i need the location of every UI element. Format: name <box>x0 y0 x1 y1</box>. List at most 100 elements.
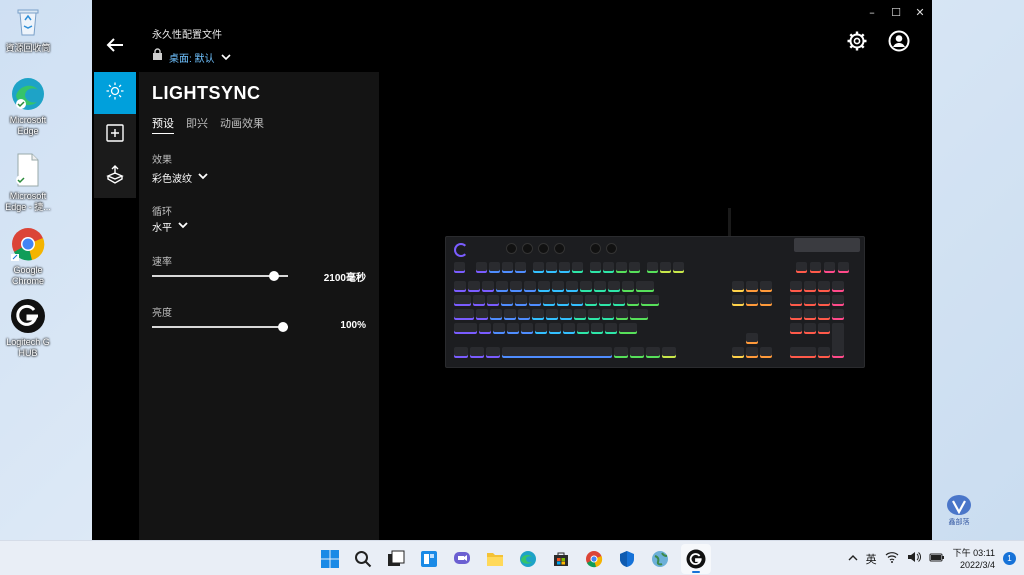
sun-lighting-icon <box>105 81 125 106</box>
keyboard-key <box>732 347 744 358</box>
security-icon[interactable] <box>615 547 639 571</box>
keyboard-key <box>627 295 639 306</box>
tab-freestyle[interactable]: 即兴 <box>186 115 208 134</box>
rate-slider[interactable] <box>152 271 288 281</box>
joystick-icon <box>105 164 125 190</box>
chevron-up-icon[interactable] <box>848 553 858 565</box>
keyboard-key <box>476 262 487 273</box>
chat-icon[interactable] <box>450 547 474 571</box>
search-icon[interactable] <box>351 547 375 571</box>
media-button <box>522 243 533 254</box>
keyboard-key <box>660 262 671 273</box>
effect-value: 彩色波纹 <box>152 174 192 185</box>
keyboard-key <box>507 323 519 334</box>
desktop-icon-edge[interactable]: Microsoft Edge <box>2 76 54 137</box>
keyboard-key <box>502 347 612 358</box>
wifi-icon[interactable] <box>885 551 899 566</box>
desktop-icon-recycle-bin[interactable]: 資源回收筒 <box>2 4 54 54</box>
cycle-dropdown[interactable]: 水平 <box>152 219 188 234</box>
watermark-logo-icon <box>947 495 971 515</box>
keyboard-key <box>590 262 601 273</box>
lightsync-tab[interactable] <box>94 72 136 114</box>
rate-slider-thumb[interactable] <box>269 271 280 281</box>
keyboard-key <box>574 309 586 320</box>
windows-start-icon[interactable] <box>318 547 342 571</box>
task-view-icon[interactable] <box>384 547 408 571</box>
keyboard-key <box>662 347 676 358</box>
clock[interactable]: 下午 03:11 2022/3/4 <box>953 547 995 571</box>
chevron-down-icon[interactable] <box>220 48 231 66</box>
battery-plug-icon[interactable] <box>929 551 945 566</box>
effect-label: 效果 <box>152 155 172 166</box>
back-arrow-icon[interactable] <box>104 34 126 56</box>
keyboard-image <box>445 236 865 368</box>
store-icon[interactable] <box>549 547 573 571</box>
chevron-down-icon <box>178 221 188 232</box>
edge-icon[interactable] <box>516 547 540 571</box>
maximize-button[interactable]: ☐ <box>884 0 908 24</box>
keyboard-key <box>832 323 844 358</box>
effect-dropdown[interactable]: 彩色波纹 <box>152 170 208 185</box>
keyboard-key <box>804 309 816 320</box>
brightness-slider[interactable] <box>152 322 288 332</box>
brightness-slider-thumb[interactable] <box>278 322 288 332</box>
profile-title: 永久性配置文件 <box>152 30 222 41</box>
keyboard-key <box>613 295 625 306</box>
volume-icon[interactable] <box>907 551 921 566</box>
close-button[interactable]: ✕ <box>908 0 932 24</box>
keyboard-key <box>479 323 491 334</box>
keyboard-key <box>515 262 526 273</box>
desktop-icon-label: Microsoft Edge - 捷... <box>5 191 51 212</box>
desktop-icon-chrome[interactable]: Google Chrome <box>2 226 54 287</box>
file-explorer-icon[interactable] <box>483 547 507 571</box>
keyboard-key <box>832 281 844 292</box>
edge-icon <box>10 76 46 112</box>
chevron-down-icon <box>198 172 208 183</box>
keyboard-key <box>616 309 628 320</box>
game-mode-tab[interactable] <box>94 156 136 198</box>
volume-roller <box>794 238 860 252</box>
keyboard-key <box>473 295 485 306</box>
keyboard-key <box>824 262 835 273</box>
keyboard-key <box>580 281 592 292</box>
desktop-icon-label: Microsoft Edge <box>9 115 47 136</box>
tab-presets[interactable]: 预设 <box>152 115 174 134</box>
chrome-icon[interactable] <box>582 547 606 571</box>
keyboard-key <box>501 295 513 306</box>
keyboard-key <box>641 295 659 306</box>
tab-animations[interactable]: 动画效果 <box>220 115 264 134</box>
keyboard-key <box>543 295 555 306</box>
keyboard-key <box>515 295 527 306</box>
minimize-button[interactable]: – <box>860 0 884 24</box>
keyboard-key <box>552 281 564 292</box>
media-button <box>554 243 565 254</box>
window-controls: – ☐ ✕ <box>860 0 932 24</box>
keyboard-key <box>577 323 589 334</box>
profile-selector[interactable]: 永久性配置文件 桌面: 默认 <box>152 26 231 66</box>
desktop-icon-logitech-g-hub[interactable]: Logitech G HUB <box>2 298 54 359</box>
keyboard-key <box>454 281 466 292</box>
keyboard-key <box>557 295 569 306</box>
document-icon <box>10 152 46 188</box>
ime-indicator[interactable]: 英 <box>866 551 877 567</box>
notification-badge[interactable]: 1 <box>1003 552 1016 565</box>
keyboard-key <box>622 281 634 292</box>
keyboard-key <box>559 262 570 273</box>
settings-gear-icon[interactable] <box>846 30 868 52</box>
account-user-icon[interactable] <box>888 30 910 52</box>
keyboard-key <box>746 281 758 292</box>
desktop-icon-edge-shortcut[interactable]: Microsoft Edge - 捷... <box>2 152 54 213</box>
keyboard-key <box>746 333 758 344</box>
keyboard-key <box>454 347 468 358</box>
desktop-icon-label: Google Chrome <box>11 265 44 286</box>
logitech-g-logo-icon <box>454 243 468 257</box>
keyboard-key <box>454 309 474 320</box>
keyboard-key <box>673 262 684 273</box>
keyboard-key <box>810 262 821 273</box>
widgets-icon[interactable] <box>417 547 441 571</box>
assignments-tab[interactable] <box>94 114 136 156</box>
keyboard-key <box>832 309 844 320</box>
logitech-g-icon <box>10 298 46 334</box>
network-globe-icon[interactable] <box>648 547 672 571</box>
logitech-g-hub-icon[interactable] <box>681 543 711 574</box>
